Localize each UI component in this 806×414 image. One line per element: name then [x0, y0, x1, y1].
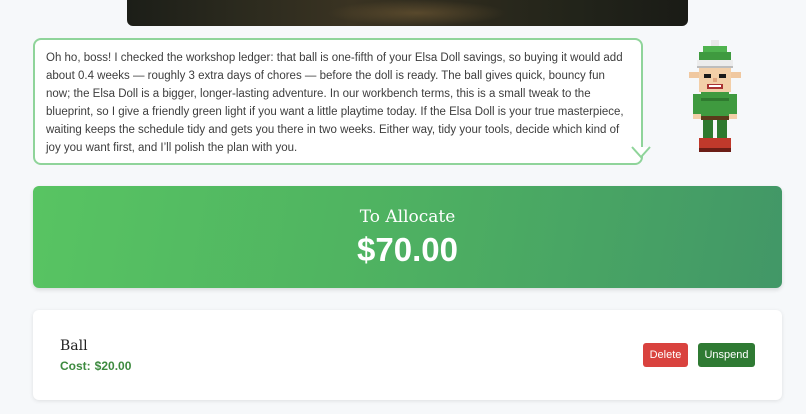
to-allocate-card: To Allocate $70.00	[33, 186, 782, 288]
video-preview[interactable]	[127, 0, 688, 26]
item-cost: Cost: $20.00	[60, 359, 131, 373]
item-name: Ball	[60, 338, 88, 354]
speech-text: Oh ho, boss! I checked the workshop ledg…	[46, 52, 624, 155]
item-cost-label: Cost:	[60, 359, 91, 373]
unspend-button[interactable]: Unspend	[698, 343, 755, 367]
to-allocate-label: To Allocate	[359, 207, 456, 227]
delete-button[interactable]: Delete	[643, 343, 688, 367]
speech-tail-icon	[631, 146, 651, 159]
elf-speech-bubble: Oh ho, boss! I checked the workshop ledg…	[33, 38, 643, 165]
elf-character-icon	[689, 40, 741, 152]
spent-item-card: Ball Cost: $20.00 Delete Unspend	[33, 310, 782, 400]
to-allocate-amount: $70.00	[357, 231, 458, 268]
item-cost-value: $20.00	[94, 359, 132, 373]
